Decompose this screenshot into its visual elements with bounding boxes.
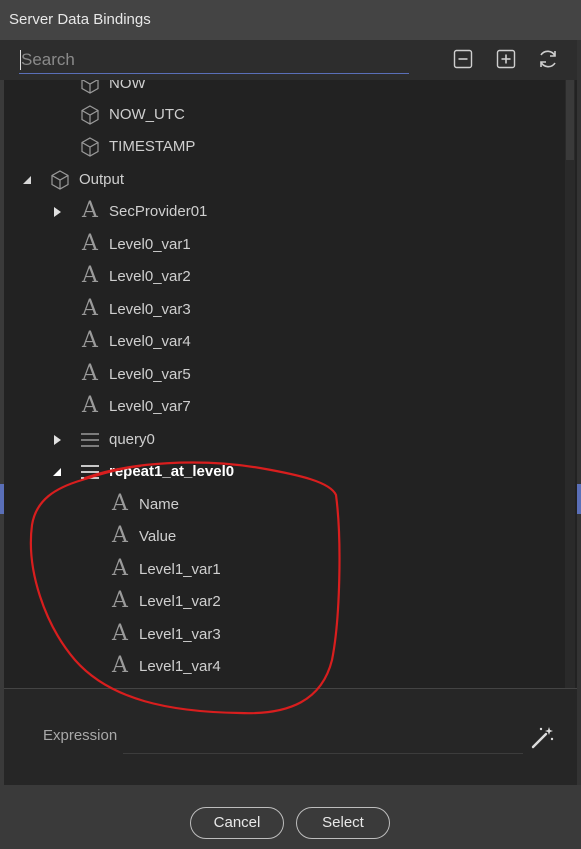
expression-label: Expression xyxy=(43,727,118,744)
search-input[interactable] xyxy=(19,47,409,74)
tree-item-level0-var7[interactable]: A Level0_var7 xyxy=(4,393,564,421)
right-edge xyxy=(577,40,581,785)
collapsed-arrow-icon[interactable] xyxy=(50,433,64,447)
cube-icon xyxy=(81,137,99,157)
tree-item-label: Output xyxy=(79,171,125,188)
tree-item-label: NOW xyxy=(109,80,146,92)
title-bar: Server Data Bindings xyxy=(0,0,581,40)
dialog-footer xyxy=(0,785,581,849)
expression-field[interactable] xyxy=(123,753,523,754)
text-icon: A xyxy=(112,491,128,516)
text-icon: A xyxy=(112,523,128,548)
cancel-button[interactable]: Cancel xyxy=(190,807,284,839)
tree-item-name[interactable]: A Name xyxy=(4,491,564,519)
tree-item-label: TIMESTAMP xyxy=(109,138,196,155)
tree-item-label: Level0_var7 xyxy=(109,398,191,415)
window-title: Server Data Bindings xyxy=(9,11,151,28)
text-icon: A xyxy=(82,361,98,386)
text-icon: A xyxy=(82,231,98,256)
tree-item-level1-var3[interactable]: A Level1_var3 xyxy=(4,621,564,649)
text-icon: A xyxy=(82,198,98,223)
text-icon: A xyxy=(82,296,98,321)
list-icon xyxy=(81,433,99,447)
expanded-arrow-icon[interactable] xyxy=(50,465,64,479)
tree-item-label: SecProvider01 xyxy=(109,203,208,220)
tree-item-label: Level0_var3 xyxy=(109,301,191,318)
tree-item-level0-var1[interactable]: A Level0_var1 xyxy=(4,231,564,259)
tree-item-label: Level1_var4 xyxy=(139,658,221,675)
list-icon xyxy=(81,465,99,479)
tree-item-label: Name xyxy=(139,496,180,513)
text-icon: A xyxy=(112,653,128,678)
tree-item-output[interactable]: Output xyxy=(4,166,564,194)
magic-wand-icon[interactable] xyxy=(529,725,555,751)
tree-item-label: Level1_var2 xyxy=(139,593,221,610)
text-icon: A xyxy=(82,328,98,353)
text-icon: A xyxy=(82,393,98,418)
cube-icon xyxy=(51,170,69,190)
expanded-arrow-icon[interactable] xyxy=(20,173,34,187)
expand-all-icon[interactable] xyxy=(495,48,517,70)
tree-item-label: NOW_UTC xyxy=(109,106,185,123)
text-icon: A xyxy=(112,621,128,646)
tree-item-label: repeat1_at_level0 xyxy=(109,463,235,480)
tree-item-label: Value xyxy=(139,528,177,545)
tree-item-repeat1-at-level0[interactable]: repeat1_at_level0 xyxy=(4,458,564,486)
tree-item-label: Level0_var1 xyxy=(109,236,191,253)
right-edge-accent xyxy=(577,484,581,514)
refresh-icon[interactable] xyxy=(536,47,560,71)
cube-icon xyxy=(81,80,99,94)
tree-item-label: Level0_var5 xyxy=(109,366,191,383)
tree-item-query0[interactable]: query0 xyxy=(4,426,564,454)
tree-item-now-utc[interactable]: NOW_UTC xyxy=(4,101,564,129)
tree-item-level1-var4[interactable]: A Level1_var4 xyxy=(4,653,564,681)
text-icon: A xyxy=(112,588,128,613)
vertical-scrollbar[interactable] xyxy=(565,80,575,688)
tree-item-label: Level1_var1 xyxy=(139,561,221,578)
tree-item-level0-var3[interactable]: A Level0_var3 xyxy=(4,296,564,324)
tree-item-label: Level0_var2 xyxy=(109,268,191,285)
tree-item-level0-var2[interactable]: A Level0_var2 xyxy=(4,263,564,291)
tree-item-value[interactable]: A Value xyxy=(4,523,564,551)
tree-view[interactable]: NOW NOW_UTC TIMESTAMP Output A SecProvid… xyxy=(4,80,577,688)
text-caret xyxy=(20,50,21,70)
collapse-all-icon[interactable] xyxy=(452,48,474,70)
tree-item-level0-var5[interactable]: A Level0_var5 xyxy=(4,361,564,389)
cube-icon xyxy=(81,105,99,125)
tree-item-timestamp[interactable]: TIMESTAMP xyxy=(4,133,564,161)
select-button[interactable]: Select xyxy=(296,807,390,839)
text-icon: A xyxy=(112,556,128,581)
tree-item-label: query0 xyxy=(109,431,155,448)
collapsed-arrow-icon[interactable] xyxy=(50,205,64,219)
left-edge-accent xyxy=(0,484,4,514)
tree-item-now[interactable]: NOW xyxy=(4,80,564,98)
text-icon: A xyxy=(82,263,98,288)
tree-item-level0-var4[interactable]: A Level0_var4 xyxy=(4,328,564,356)
tree-item-label: Level1_var3 xyxy=(139,626,221,643)
scrollbar-thumb[interactable] xyxy=(566,80,574,160)
tree-item-level1-var2[interactable]: A Level1_var2 xyxy=(4,588,564,616)
tree-item-level1-var1[interactable]: A Level1_var1 xyxy=(4,556,564,584)
tree-item-secprovider01[interactable]: A SecProvider01 xyxy=(4,198,564,226)
tree-item-label: Level0_var4 xyxy=(109,333,191,350)
